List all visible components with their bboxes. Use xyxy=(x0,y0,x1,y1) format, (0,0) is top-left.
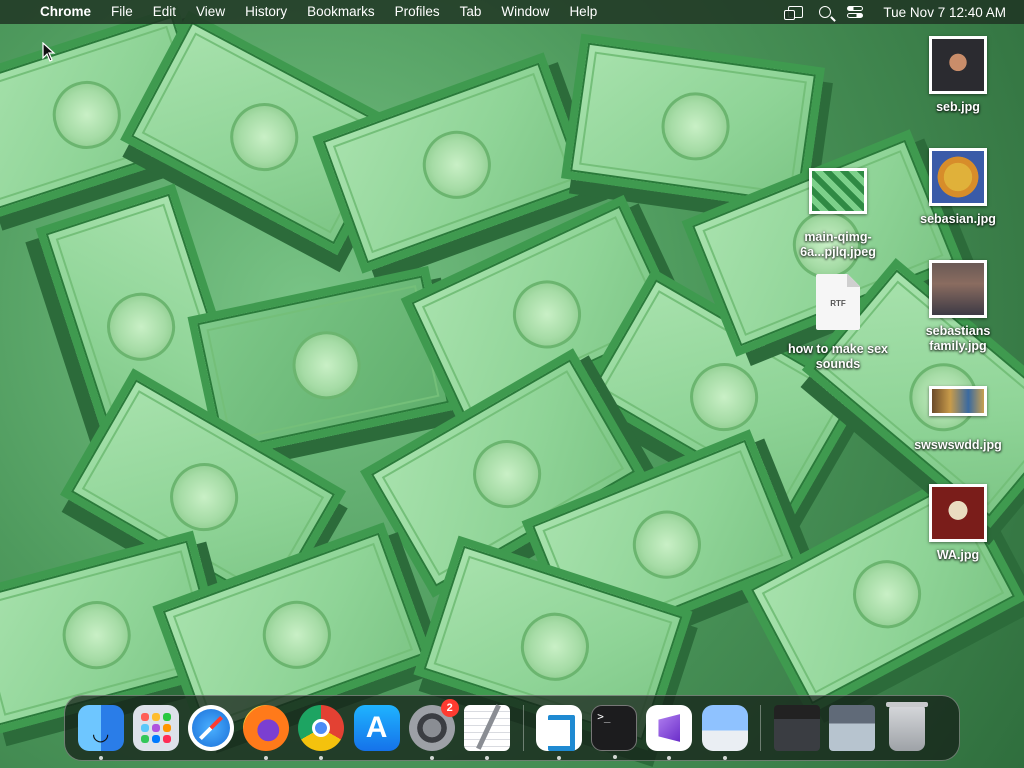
chrome-icon[interactable] xyxy=(298,705,345,760)
running-indicator xyxy=(722,756,727,760)
dock-separator xyxy=(760,705,762,751)
desktop-file-swswswdd[interactable]: swswswdd.jpg xyxy=(898,386,1018,453)
menu-file[interactable]: File xyxy=(101,0,143,24)
desktop-file-sebastians-family[interactable]: sebastians family.jpg xyxy=(898,260,1018,354)
dock: A 2 >_ xyxy=(64,695,960,761)
running-indicator xyxy=(98,756,103,760)
mouse-cursor-icon xyxy=(42,41,56,67)
firefox-icon[interactable] xyxy=(243,705,290,760)
image-thumbnail xyxy=(929,148,987,206)
screen-mirroring-icon[interactable] xyxy=(784,6,804,20)
menu-help[interactable]: Help xyxy=(559,0,607,24)
file-name: swswswdd.jpg xyxy=(914,438,1002,452)
menu-view[interactable]: View xyxy=(186,0,235,24)
running-indicator xyxy=(319,756,324,760)
menu-window[interactable]: Window xyxy=(491,0,559,24)
file-name: WA.jpg xyxy=(936,548,980,562)
running-indicator xyxy=(484,756,489,760)
notification-badge: 2 xyxy=(440,699,459,717)
rtf-document-icon: RTF xyxy=(816,274,860,330)
desktop-wallpaper xyxy=(0,0,1024,768)
desktop-file-main-qimg[interactable]: main-qimg-6a...pjlq.jpeg xyxy=(778,168,898,260)
desktop-file-wa[interactable]: WA.jpg xyxy=(898,484,1018,563)
app-menu-chrome[interactable]: Chrome xyxy=(30,0,101,24)
app-store-icon[interactable]: A xyxy=(353,705,400,751)
finder-icon[interactable] xyxy=(77,705,124,760)
minimized-window-icon[interactable] xyxy=(829,705,876,751)
file-name: sebastians family.jpg xyxy=(925,324,991,353)
vscode-icon[interactable] xyxy=(536,705,583,760)
settings-icon[interactable]: 2 xyxy=(408,699,459,760)
control-center-icon[interactable] xyxy=(847,5,864,19)
visual-studio-icon[interactable] xyxy=(646,705,693,760)
desktop-file-sebasian[interactable]: sebasian.jpg xyxy=(898,148,1018,227)
file-name: how to make sex sounds xyxy=(787,342,889,371)
menu-edit[interactable]: Edit xyxy=(143,0,186,24)
image-thumbnail xyxy=(929,260,987,318)
running-indicator xyxy=(429,756,434,760)
menu-tab[interactable]: Tab xyxy=(450,0,492,24)
image-thumbnail xyxy=(929,386,987,416)
desktop-file-rtf-document[interactable]: RTF how to make sex sounds xyxy=(778,274,898,372)
dock-separator xyxy=(522,705,524,751)
desktop-file-seb[interactable]: seb.jpg xyxy=(898,36,1018,115)
menu-bookmarks[interactable]: Bookmarks xyxy=(297,0,385,24)
search-icon[interactable] xyxy=(819,6,832,18)
file-name: main-qimg-6a...pjlq.jpeg xyxy=(800,230,876,259)
file-name: seb.jpg xyxy=(936,100,980,114)
menu-bar-clock[interactable]: Tue Nov 7 12:40 AM xyxy=(883,5,1006,20)
running-indicator xyxy=(613,755,618,759)
menu-profiles[interactable]: Profiles xyxy=(385,0,450,24)
image-thumbnail xyxy=(929,484,987,542)
running-indicator xyxy=(557,756,562,760)
minimized-window-icon[interactable] xyxy=(773,705,820,751)
terminal-prompt: >_ xyxy=(597,710,611,723)
preview-icon[interactable] xyxy=(701,705,748,760)
image-thumbnail xyxy=(929,36,987,94)
image-thumbnail xyxy=(809,168,867,214)
file-name: sebasian.jpg xyxy=(920,212,996,226)
launchpad-icon[interactable] xyxy=(132,705,179,751)
textedit-icon[interactable] xyxy=(463,705,510,760)
safari-icon[interactable] xyxy=(187,705,234,751)
running-indicator xyxy=(667,756,672,760)
menu-history[interactable]: History xyxy=(235,0,297,24)
trash-icon[interactable] xyxy=(885,702,928,751)
menu-bar: Chrome File Edit View History Bookmarks … xyxy=(0,0,1024,24)
running-indicator xyxy=(264,756,269,760)
terminal-icon[interactable]: >_ xyxy=(591,705,638,759)
